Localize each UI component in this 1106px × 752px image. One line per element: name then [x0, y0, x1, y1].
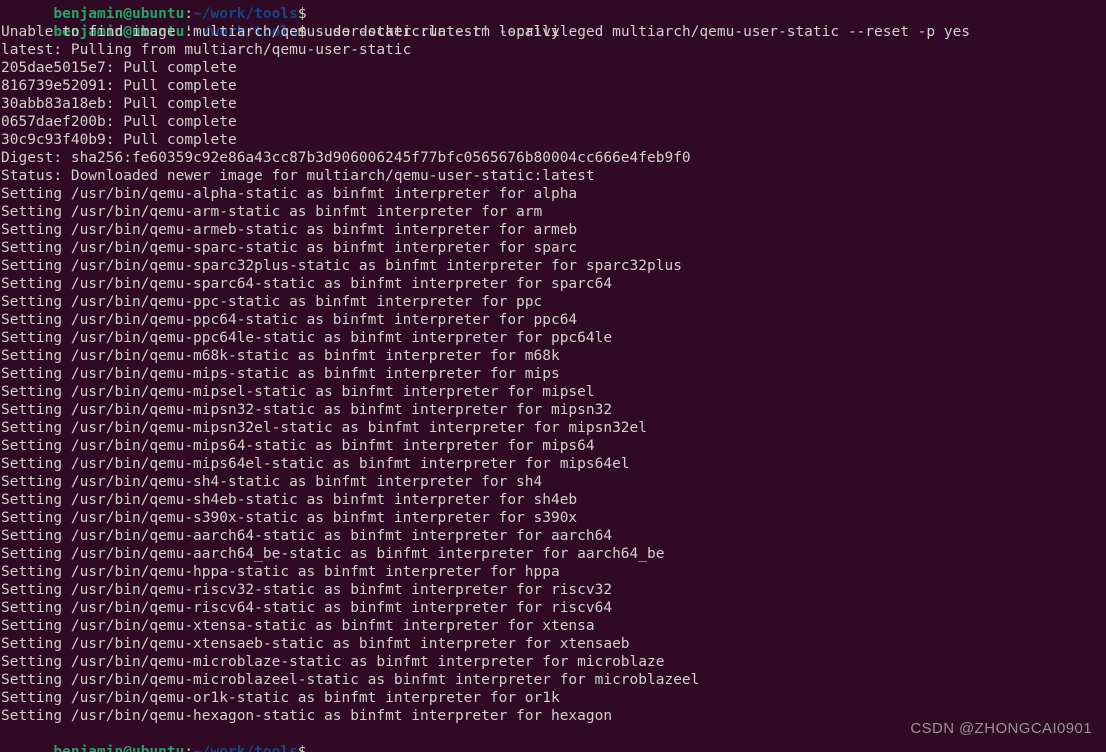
output-line: 30c9c93f40b9: Pull complete	[0, 131, 1106, 149]
output-line: Setting /usr/bin/qemu-sparc-static as bi…	[0, 239, 1106, 257]
output-line: Status: Downloaded newer image for multi…	[0, 167, 1106, 185]
prompt-separator: :	[184, 6, 194, 22]
output-line: Digest: sha256:fe60359c92e86a43cc87b3d90…	[0, 149, 1106, 167]
output-line: Setting /usr/bin/qemu-ppc64-static as bi…	[0, 311, 1106, 329]
prompt-sigil: $	[297, 744, 307, 752]
output-line-text: Setting /usr/bin/qemu-ppc64le-static as …	[1, 330, 613, 346]
prompt-path: ~/work/tools	[193, 6, 298, 22]
output-line-text: Setting /usr/bin/qemu-mipsel-static as b…	[1, 384, 595, 400]
output-line: Setting /usr/bin/qemu-mipsn32el-static a…	[0, 419, 1106, 437]
command-output: Unable to find image 'multiarch/qemu-use…	[0, 23, 1106, 725]
output-line: 0657daef200b: Pull complete	[0, 113, 1106, 131]
watermark-text: CSDN @ZHONGCAI0901	[910, 720, 1092, 737]
output-line-text: Setting /usr/bin/qemu-arm-static as binf…	[1, 204, 543, 220]
output-line-text: Setting /usr/bin/qemu-hppa-static as bin…	[1, 564, 560, 580]
output-line-text: 30c9c93f40b9: Pull complete	[1, 132, 237, 148]
output-line-text: Setting /usr/bin/qemu-microblazeel-stati…	[1, 672, 700, 688]
output-line-text: Setting /usr/bin/qemu-s390x-static as bi…	[1, 510, 578, 526]
output-line: Setting /usr/bin/qemu-mips64el-static as…	[0, 455, 1106, 473]
output-line-text: Setting /usr/bin/qemu-xtensa-static as b…	[1, 618, 595, 634]
output-line-text: Setting /usr/bin/qemu-microblaze-static …	[1, 654, 665, 670]
output-line: Setting /usr/bin/qemu-riscv32-static as …	[0, 581, 1106, 599]
output-line-text: 30abb83a18eb: Pull complete	[1, 96, 237, 112]
output-line: Setting /usr/bin/qemu-armeb-static as bi…	[0, 221, 1106, 239]
output-line-text: Setting /usr/bin/qemu-armeb-static as bi…	[1, 222, 578, 238]
output-line-text: Status: Downloaded newer image for multi…	[1, 168, 595, 184]
output-line-text: Setting /usr/bin/qemu-sparc32plus-static…	[1, 258, 682, 274]
output-line: 816739e52091: Pull complete	[0, 77, 1106, 95]
output-line-text: Unable to find image 'multiarch/qemu-use…	[1, 24, 560, 40]
prompt-path: ~/work/tools	[193, 744, 298, 752]
output-line-text: Setting /usr/bin/qemu-sparc-static as bi…	[1, 240, 578, 256]
output-line: Setting /usr/bin/qemu-sh4eb-static as bi…	[0, 491, 1106, 509]
output-line-text: Setting /usr/bin/qemu-m68k-static as bin…	[1, 348, 560, 364]
output-line: Setting /usr/bin/qemu-microblaze-static …	[0, 653, 1106, 671]
output-line-text: Setting /usr/bin/qemu-aarch64_be-static …	[1, 546, 665, 562]
output-line-text: Setting /usr/bin/qemu-or1k-static as bin…	[1, 690, 560, 706]
output-line: Setting /usr/bin/qemu-alpha-static as bi…	[0, 185, 1106, 203]
output-line: Setting /usr/bin/qemu-xtensaeb-static as…	[0, 635, 1106, 653]
output-line: Setting /usr/bin/qemu-aarch64-static as …	[0, 527, 1106, 545]
terminal-window[interactable]: benjamin@ubuntu:~/work/tools$ benjamin@u…	[0, 0, 1106, 752]
output-line-text: Setting /usr/bin/qemu-mips64el-static as…	[1, 456, 630, 472]
output-line-text: 816739e52091: Pull complete	[1, 78, 237, 94]
output-line: Setting /usr/bin/qemu-mips64-static as b…	[0, 437, 1106, 455]
output-line: Setting /usr/bin/qemu-microblazeel-stati…	[0, 671, 1106, 689]
output-line: Setting /usr/bin/qemu-riscv64-static as …	[0, 599, 1106, 617]
output-line: Setting /usr/bin/qemu-sh4-static as binf…	[0, 473, 1106, 491]
output-line-text: Setting /usr/bin/qemu-aarch64-static as …	[1, 528, 613, 544]
output-line: 30abb83a18eb: Pull complete	[0, 95, 1106, 113]
terminal-screen: benjamin@ubuntu:~/work/tools$ benjamin@u…	[0, 0, 1106, 752]
output-line: Setting /usr/bin/qemu-sparc64-static as …	[0, 275, 1106, 293]
prompt-user-host: benjamin@ubuntu	[53, 744, 185, 752]
output-line: Setting /usr/bin/qemu-mipsel-static as b…	[0, 383, 1106, 401]
output-line-text: Setting /usr/bin/qemu-mipsn32-static as …	[1, 402, 613, 418]
output-line-text: Setting /usr/bin/qemu-hexagon-static as …	[1, 708, 613, 724]
output-line: Setting /usr/bin/qemu-hppa-static as bin…	[0, 563, 1106, 581]
output-line-text: Setting /usr/bin/qemu-mips-static as bin…	[1, 366, 560, 382]
output-line-text: Setting /usr/bin/qemu-xtensaeb-static as…	[1, 636, 630, 652]
prompt-user-host: benjamin@ubuntu	[53, 6, 185, 22]
output-line: Setting /usr/bin/qemu-s390x-static as bi…	[0, 509, 1106, 527]
output-line-text: 0657daef200b: Pull complete	[1, 114, 237, 130]
output-line: latest: Pulling from multiarch/qemu-user…	[0, 41, 1106, 59]
output-line-text: latest: Pulling from multiarch/qemu-user…	[1, 42, 412, 58]
output-line: Setting /usr/bin/qemu-sparc32plus-static…	[0, 257, 1106, 275]
prompt-sigil: $	[297, 6, 307, 22]
output-line: 205dae5015e7: Pull complete	[0, 59, 1106, 77]
output-line: Setting /usr/bin/qemu-m68k-static as bin…	[0, 347, 1106, 365]
output-line-text: Setting /usr/bin/qemu-sh4eb-static as bi…	[1, 492, 578, 508]
output-line-text: Setting /usr/bin/qemu-mips64-static as b…	[1, 438, 595, 454]
output-line: Setting /usr/bin/qemu-or1k-static as bin…	[0, 689, 1106, 707]
output-line-text: Setting /usr/bin/qemu-ppc64-static as bi…	[1, 312, 578, 328]
output-line-text: Setting /usr/bin/qemu-sh4-static as binf…	[1, 474, 543, 490]
output-line-text: Setting /usr/bin/qemu-mipsn32el-static a…	[1, 420, 648, 436]
output-line: Setting /usr/bin/qemu-ppc64le-static as …	[0, 329, 1106, 347]
output-line: Setting /usr/bin/qemu-aarch64_be-static …	[0, 545, 1106, 563]
prompt-separator: :	[184, 744, 194, 752]
output-line-text: Setting /usr/bin/qemu-riscv32-static as …	[1, 582, 613, 598]
output-line-text: 205dae5015e7: Pull complete	[1, 60, 237, 76]
output-line: Setting /usr/bin/qemu-xtensa-static as b…	[0, 617, 1106, 635]
output-line-text: Setting /usr/bin/qemu-riscv64-static as …	[1, 600, 613, 616]
output-line: Setting /usr/bin/qemu-mipsn32-static as …	[0, 401, 1106, 419]
output-line: Setting /usr/bin/qemu-arm-static as binf…	[0, 203, 1106, 221]
output-line: Setting /usr/bin/qemu-ppc-static as binf…	[0, 293, 1106, 311]
output-line-text: Setting /usr/bin/qemu-alpha-static as bi…	[1, 186, 578, 202]
output-line-text: Setting /usr/bin/qemu-ppc-static as binf…	[1, 294, 543, 310]
output-line-text: Setting /usr/bin/qemu-sparc64-static as …	[1, 276, 613, 292]
output-line-text: Digest: sha256:fe60359c92e86a43cc87b3d90…	[1, 150, 691, 166]
output-line: Setting /usr/bin/qemu-mips-static as bin…	[0, 365, 1106, 383]
